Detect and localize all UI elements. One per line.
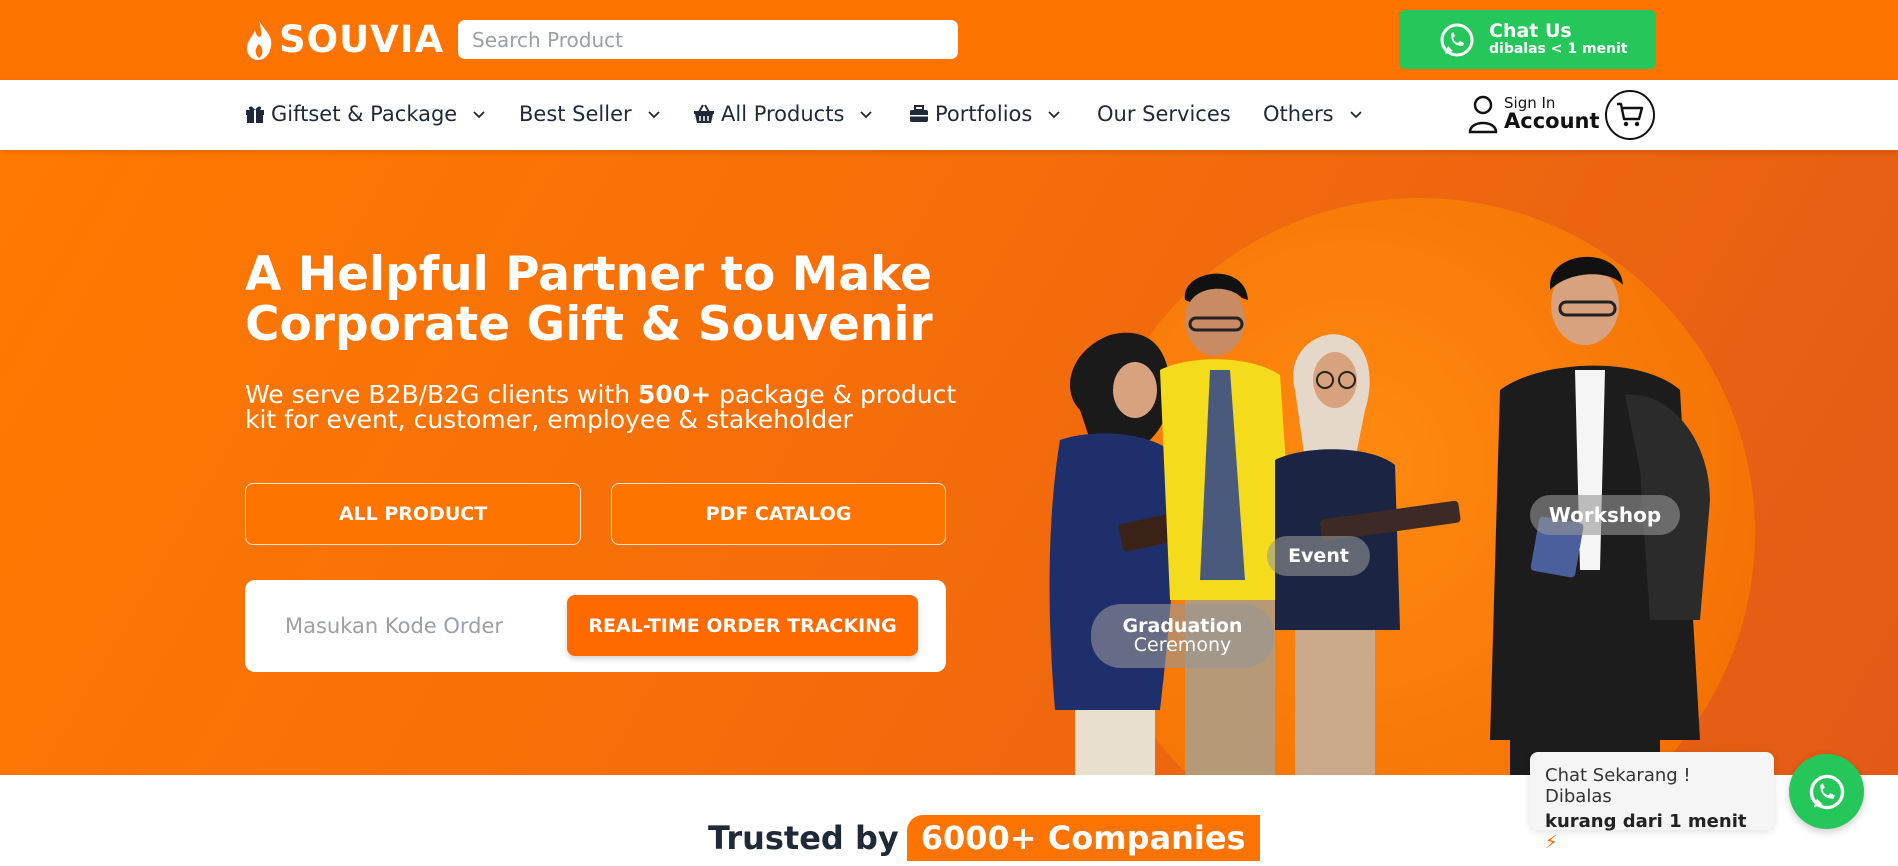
order-tracking-box: REAL-TIME ORDER TRACKING xyxy=(245,580,946,672)
flame-logo-icon xyxy=(246,19,272,60)
hero-section: A Helpful Partner to Make Corporate Gift… xyxy=(0,150,1898,775)
floating-chat-line1: Chat Sekarang ! Dibalas xyxy=(1545,765,1691,807)
nav-item-our-services[interactable]: Our Services xyxy=(1097,102,1231,126)
user-icon xyxy=(1468,95,1498,134)
account-line2: Account xyxy=(1504,109,1600,133)
chevron-down-icon xyxy=(860,111,873,119)
main-nav: Giftset & Package Best Seller All Produc… xyxy=(0,80,1898,150)
briefcase-icon xyxy=(910,105,928,122)
logo[interactable]: SOUVIA xyxy=(245,18,444,61)
all-product-button[interactable]: ALL PRODUCT xyxy=(245,483,581,545)
nav-label: Others xyxy=(1263,102,1334,126)
nav-label: All Products xyxy=(721,102,845,126)
gift-icon xyxy=(246,106,264,123)
cart-icon xyxy=(1617,102,1644,127)
floating-chat-card[interactable]: Chat Sekarang ! Dibalas kurang dari 1 me… xyxy=(1530,752,1774,853)
nav-label: Portfolios xyxy=(935,102,1033,126)
top-bar: SOUVIA Chat Us dibalas < 1 menit xyxy=(0,0,1898,80)
chevron-down-icon xyxy=(1048,111,1060,119)
chat-us-button[interactable]: Chat Us dibalas < 1 menit xyxy=(1399,10,1656,69)
nav-item-all-products[interactable]: All Products xyxy=(693,102,873,126)
pdf-catalog-button[interactable]: PDF CATALOG xyxy=(611,483,946,545)
chevron-down-icon xyxy=(473,111,485,119)
chat-us-title: Chat Us xyxy=(1489,20,1572,43)
trusted-highlight: 6000+ Companies xyxy=(906,815,1260,861)
chevron-down-icon xyxy=(1349,111,1362,119)
floating-chat-line2: kurang dari 1 menit ⚡ xyxy=(1545,811,1747,853)
nav-label: Giftset & Package xyxy=(271,102,458,126)
chevron-down-icon xyxy=(648,111,660,119)
nav-item-giftset-package[interactable]: Giftset & Package xyxy=(245,102,485,126)
nav-label: Best Seller xyxy=(519,102,632,126)
chat-us-subtitle: dibalas < 1 menit xyxy=(1489,41,1628,58)
floating-whatsapp-button[interactable] xyxy=(1789,754,1864,829)
lightning-icon: ⚡ xyxy=(1545,832,1558,853)
nav-item-portfolios[interactable]: Portfolios xyxy=(909,102,1060,126)
account-link[interactable]: Sign In Account xyxy=(1468,94,1600,134)
tag-event: Event xyxy=(1267,536,1370,576)
nav-item-others[interactable]: Others xyxy=(1263,102,1362,126)
cart-button[interactable] xyxy=(1605,90,1655,140)
logo-text: SOUVIA xyxy=(279,18,445,61)
hero-title: A Helpful Partner to Make Corporate Gift… xyxy=(245,247,933,353)
trusted-prefix: Trusted by xyxy=(708,819,899,857)
basket-icon xyxy=(694,104,714,123)
order-code-input[interactable] xyxy=(275,596,565,656)
whatsapp-icon xyxy=(1809,774,1844,809)
nav-label: Our Services xyxy=(1097,102,1231,126)
whatsapp-icon xyxy=(1440,23,1474,56)
trusted-by-heading: Trusted by 6000+ Companies xyxy=(708,815,1260,861)
nav-item-best-seller[interactable]: Best Seller xyxy=(519,102,660,126)
hero-subtitle: We serve B2B/B2G clients with 500+ packa… xyxy=(245,380,957,434)
tag-graduation-ceremony: Graduation Ceremony xyxy=(1091,604,1274,668)
search-input[interactable] xyxy=(458,20,958,59)
tag-workshop: Workshop xyxy=(1530,495,1680,535)
order-tracking-button[interactable]: REAL-TIME ORDER TRACKING xyxy=(567,595,918,656)
